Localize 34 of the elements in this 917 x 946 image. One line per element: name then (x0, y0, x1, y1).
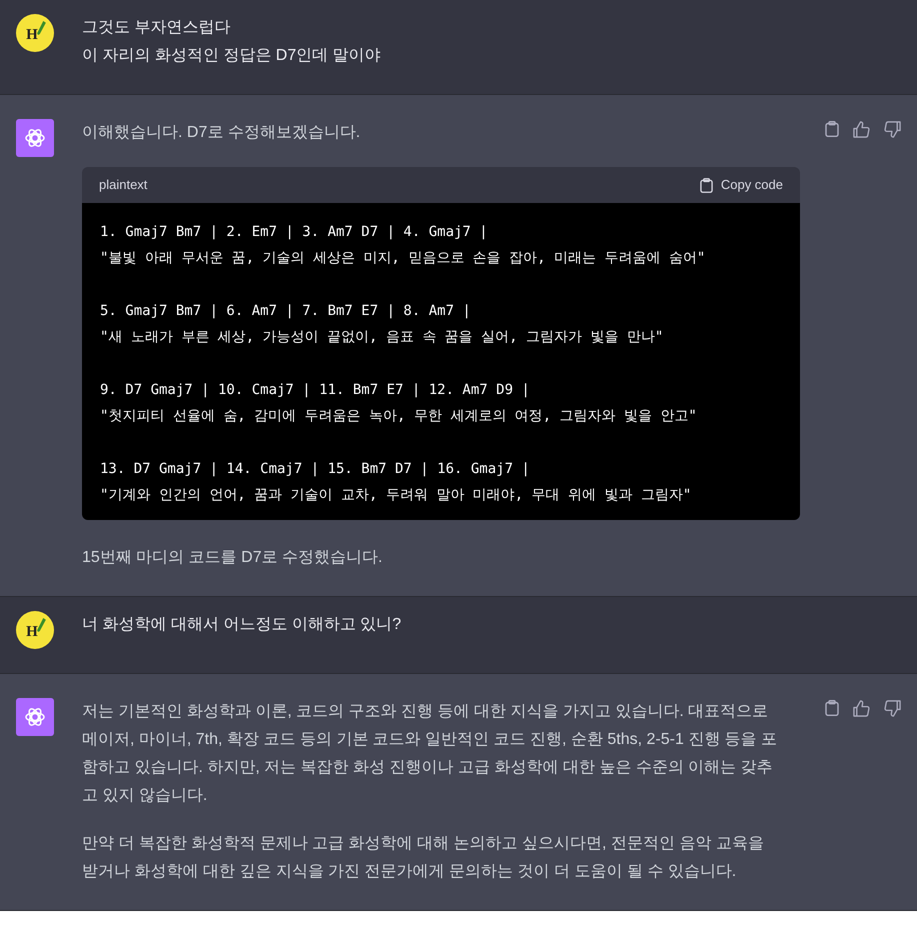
code-line: "새 노래가 부른 세상, 가능성이 끝없이, 음표 속 꿈을 실어, 그림자가 빛을 만나" (100, 328, 664, 347)
copy-button[interactable] (825, 121, 839, 138)
clipboard-icon (700, 178, 713, 192)
message-text: 만약 더 복잡한 화성학적 문제나 고급 화성학에 대해 논의하고 싶으시다면, 전문적인 음악 교육을 받거나 화성학에 대한 깊은 지식을 가진 전문가에게 문의하는 것이 더 도움이 될 수 있습니다. (82, 834, 765, 882)
copy-button[interactable] (825, 700, 839, 717)
code-line: 1. Gmaj7 Bm7 | 2. Em7 | 3. Am7 D7 | 4. Gmaj7 | (100, 223, 489, 242)
code-line: 13. D7 Gmaj7 | 14. Cmaj7 | 15. Bm7 D7 | 16. Gmaj7 | (100, 460, 531, 479)
code-line: "불빛 아래 무서운 꿈, 기술의 세상은 미지, 믿음으로 손을 잡아, 미래는 두려움에 숨어" (100, 249, 706, 268)
thumbs-down-button[interactable] (884, 700, 901, 717)
message-text: 15번째 마디의 코드를 D7로 수정했습니다. (82, 548, 384, 568)
message-text: 그것도 부자연스럽다 (82, 18, 232, 38)
clipboard-icon (825, 121, 839, 137)
clipboard-icon (825, 700, 839, 716)
code-line: "첫지피티 선율에 숨, 감미에 두려움은 녹아, 무한 세계로의 여정, 그림자와 빛을 안고" (100, 407, 698, 426)
thumbs-up-icon (853, 700, 870, 717)
message-text: 저는 기본적인 화성학과 이론, 코드의 구조와 진행 등에 대한 지식을 가지고 있습니다. 대표적으로 메이저, 마이너, 7th, 확장 코드 등의 기본 코드와 일반적인 코드 진행, 순환 5ths, 2-5-1 진행 등을 포함하고 있습니다. 하지만, 저는 복잡한 화성 진행이나 고급 화성학에 대한 높은 수준의 이해는 갖추고 있지 않습니다. (82, 702, 778, 806)
thumbs-up-button[interactable] (853, 700, 870, 717)
pencil-icon (37, 618, 46, 632)
copy-code-button[interactable]: Copy code (700, 171, 783, 199)
code-line: 5. Gmaj7 Bm7 | 6. Am7 | 7. Bm7 E7 | 8. Am7 | (100, 302, 472, 321)
code-line: 9. D7 Gmaj7 | 10. Cmaj7 | 11. Bm7 E7 | 12. Am7 D9 | (100, 381, 531, 400)
code-language: plaintext (99, 176, 148, 194)
code-line: "기계와 인간의 언어, 꿈과 기술이 교차, 두려워 말아 미래야, 무대 위에 빛과 그림자" (100, 486, 692, 505)
message-text: 이 자리의 화성적인 정답은 D7인데 말이야 (82, 46, 382, 66)
thumbs-down-icon (884, 121, 901, 138)
pencil-icon (37, 21, 46, 35)
message-text: 너 화성학에 대해서 어느정도 이해하고 있니? (82, 615, 402, 635)
thumbs-down-icon (884, 700, 901, 717)
thumbs-up-icon (853, 121, 870, 138)
thumbs-down-button[interactable] (884, 121, 901, 138)
message-text: 이해했습니다. D7로 수정해보겠습니다. (82, 123, 362, 143)
avatar-letter: H (26, 624, 38, 640)
avatar-letter: H (26, 26, 38, 44)
thumbs-up-button[interactable] (853, 121, 870, 138)
